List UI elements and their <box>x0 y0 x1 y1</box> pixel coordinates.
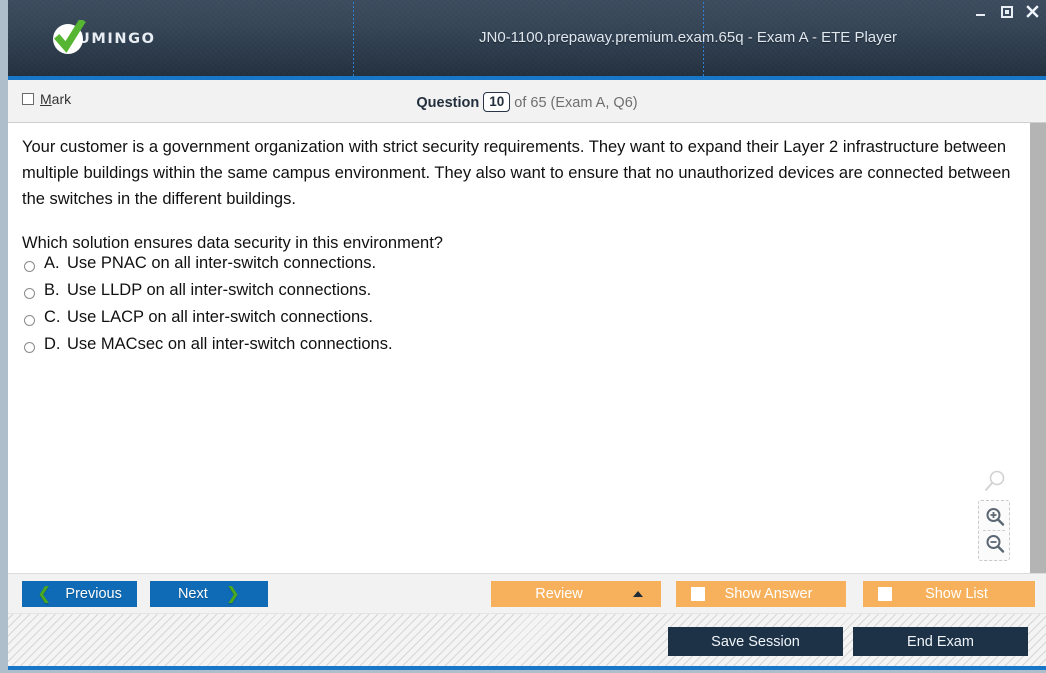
question-info-bar: Mark Question 10 of 65 (Exam A, Q6) <box>8 80 1046 123</box>
answer-text: Use LACP on all inter-switch connections… <box>67 308 374 326</box>
answer-text: Use PNAC on all inter-switch connections… <box>67 254 377 272</box>
save-session-button[interactable]: Save Session <box>668 627 843 656</box>
zoom-controls <box>978 469 1012 561</box>
radio-icon[interactable] <box>24 261 35 272</box>
header-divider-left <box>353 2 354 76</box>
magnifier-icon <box>982 469 1008 495</box>
vumingo-logo: UMINGO <box>53 20 156 54</box>
question-text: Your customer is a government organizati… <box>22 134 1017 256</box>
previous-button[interactable]: ❮ Previous <box>22 581 137 607</box>
answer-letter: C. <box>44 308 61 326</box>
review-button[interactable]: Review <box>491 581 661 607</box>
action-toolbar: ❮ Previous Next ❯ Review Show Answer Sho… <box>8 573 1046 613</box>
zoom-out-icon[interactable] <box>979 531 1011 557</box>
vertical-scrollbar[interactable] <box>1030 123 1046 573</box>
bottom-accent-line <box>8 666 1046 670</box>
question-counter-rest: of 65 (Exam A, Q6) <box>514 95 638 111</box>
radio-icon[interactable] <box>24 288 35 299</box>
minimize-icon[interactable] <box>973 4 988 19</box>
window-controls <box>973 4 1040 19</box>
show-answer-button[interactable]: Show Answer <box>676 581 846 607</box>
previous-button-label: Previous <box>65 586 122 602</box>
end-exam-button[interactable]: End Exam <box>853 627 1028 656</box>
answer-letter: A. <box>44 254 60 272</box>
question-prompt: Which solution ensures data security in … <box>22 234 443 252</box>
question-counter: Question 10 of 65 (Exam A, Q6) <box>8 92 1046 112</box>
zoom-panel <box>978 500 1010 561</box>
app-window: UMINGO JN0-1100.prepaway.premium.exam.65… <box>0 0 1046 673</box>
show-answer-label: Show Answer <box>724 586 813 602</box>
show-answer-checkbox[interactable] <box>691 587 705 601</box>
footer-bar: Save Session End Exam <box>8 613 1046 668</box>
answer-option-a[interactable]: A. Use PNAC on all inter-switch connecti… <box>24 254 984 281</box>
answer-text: Use LLDP on all inter-switch connections… <box>67 281 372 299</box>
end-exam-label: End Exam <box>907 633 974 650</box>
answer-option-c[interactable]: C. Use LACP on all inter-switch connecti… <box>24 308 984 335</box>
window-title: JN0-1100.prepaway.premium.exam.65q - Exa… <box>479 29 897 46</box>
title-bar: UMINGO JN0-1100.prepaway.premium.exam.65… <box>8 0 1046 76</box>
logo-text: UMINGO <box>78 31 156 47</box>
question-content-area: Your customer is a government organizati… <box>8 123 1046 573</box>
next-button-label: Next <box>177 586 208 602</box>
radio-icon[interactable] <box>24 315 35 326</box>
close-icon[interactable] <box>1025 4 1040 19</box>
answer-options-list: A. Use PNAC on all inter-switch connecti… <box>24 254 984 362</box>
question-number-box[interactable]: 10 <box>483 92 511 112</box>
question-paragraph: Your customer is a government organizati… <box>22 138 1011 208</box>
answer-letter: D. <box>44 335 61 353</box>
answer-option-d[interactable]: D. Use MACsec on all inter-switch connec… <box>24 335 984 362</box>
radio-icon[interactable] <box>24 342 35 353</box>
chevron-up-icon <box>633 591 643 597</box>
maximize-icon[interactable] <box>999 4 1014 19</box>
show-list-button[interactable]: Show List <box>863 581 1035 607</box>
answer-letter: B. <box>44 281 60 299</box>
show-list-label: Show List <box>925 586 988 602</box>
show-list-checkbox[interactable] <box>878 587 892 601</box>
logo-checkmark-icon <box>53 20 86 54</box>
save-session-label: Save Session <box>711 633 800 650</box>
review-button-label: Review <box>535 586 583 602</box>
answer-text: Use MACsec on all inter-switch connectio… <box>67 335 393 353</box>
zoom-in-icon[interactable] <box>979 504 1011 530</box>
question-word: Question <box>416 95 480 111</box>
answer-option-b[interactable]: B. Use LLDP on all inter-switch connecti… <box>24 281 984 308</box>
next-button[interactable]: Next ❯ <box>150 581 268 607</box>
